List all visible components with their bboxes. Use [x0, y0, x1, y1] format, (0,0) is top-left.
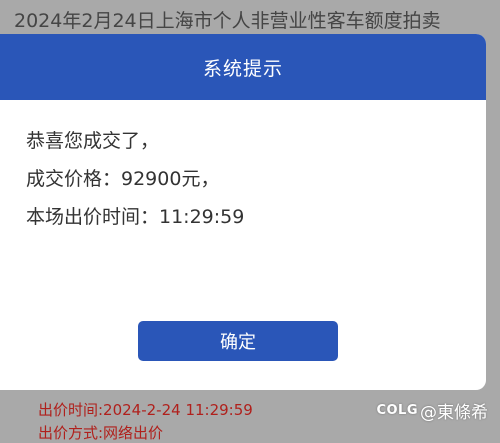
- dialog-title: 系统提示: [202, 57, 283, 80]
- system-alert-dialog: 系统提示 恭喜您成交了， 成交价格：92900元， 本场出价时间：11:29:5…: [0, 34, 486, 390]
- deal-price-text: 成交价格：92900元，: [26, 168, 220, 190]
- watermark-author: @東條希: [420, 403, 488, 423]
- congratulation-text: 恭喜您成交了，: [26, 130, 160, 152]
- bid-time-message: 本场出价时间：11:29:59: [26, 206, 245, 228]
- dialog-header: 系统提示: [0, 34, 486, 100]
- bid-time-text: 出价时间:2024-2-24 11:29:59: [38, 401, 253, 419]
- dialog-message: 恭喜您成交了， 成交价格：92900元， 本场出价时间：11:29:59: [0, 100, 486, 243]
- confirm-button[interactable]: 确定: [138, 321, 338, 361]
- colg-logo: COLG: [376, 403, 418, 418]
- auction-page-title: 2024年2月24日上海市个人非营业性客车额度拍卖: [14, 10, 441, 32]
- watermark: COLG @東條希: [376, 398, 488, 423]
